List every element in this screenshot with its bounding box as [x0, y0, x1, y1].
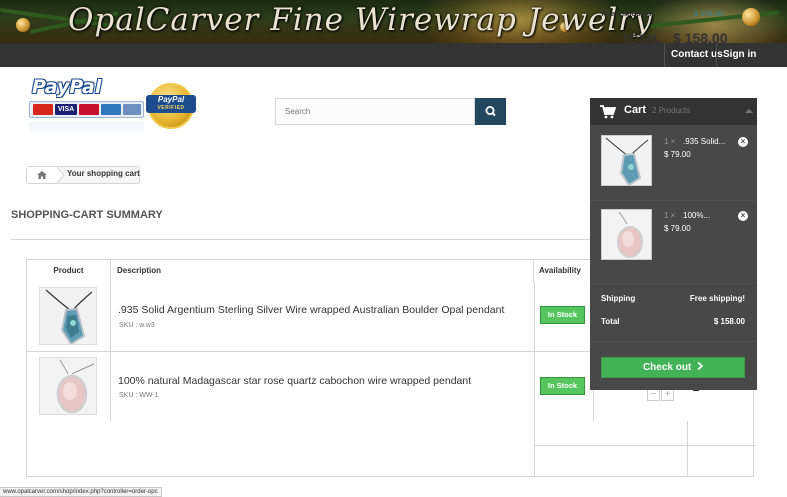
- paypal-verified-logo[interactable]: PayPal VISA PayPal VERIFIED: [26, 76, 198, 147]
- divider: [534, 421, 535, 477]
- product-description[interactable]: .935 Solid Argentium Sterling Silver Wir…: [118, 304, 504, 316]
- discover-icon: [79, 104, 99, 115]
- product-cell: [27, 352, 111, 421]
- caret-up-icon: [745, 109, 753, 113]
- search-input[interactable]: [275, 98, 475, 125]
- checkout-button[interactable]: Check out: [601, 357, 745, 378]
- search-button[interactable]: [475, 98, 506, 125]
- product-image[interactable]: [39, 357, 97, 415]
- cart-item-name[interactable]: 100%...: [683, 211, 710, 220]
- divider: [590, 283, 757, 284]
- total-label: TOTAL: [622, 32, 661, 46]
- logo-reflection: [29, 122, 144, 136]
- product-sku: SKU : WW-1: [119, 392, 159, 399]
- availability-cell: In Stock: [534, 352, 594, 421]
- total-value: $ 158.00: [673, 30, 728, 46]
- cart-item-name[interactable]: .935 Solid...: [683, 137, 725, 146]
- cart-count: 2 Products: [652, 106, 691, 115]
- breadcrumb-separator: [57, 167, 65, 183]
- column-header-description: Description: [111, 260, 534, 282]
- mastercard-icon: [33, 104, 53, 115]
- paypal-wordmark: PayPal: [32, 76, 102, 98]
- ornament-icon: [742, 8, 760, 26]
- seal-brand: PayPal: [157, 95, 185, 104]
- breadcrumb-current: Your shopping cart: [67, 169, 140, 178]
- shipping-label: Shipping: [601, 294, 636, 303]
- product-sku: SKU : w.w3: [119, 322, 155, 329]
- product-cell: [27, 282, 111, 351]
- chevron-right-icon: [697, 361, 704, 371]
- page-title: SHOPPING-CART SUMMARY: [11, 209, 163, 221]
- product-image[interactable]: [39, 287, 97, 345]
- in-stock-badge: In Stock: [540, 377, 585, 395]
- total-products-value: $ 158.00: [694, 9, 724, 18]
- cart-item-qty: 1 ×: [664, 211, 676, 220]
- site-banner[interactable]: OpalCarver Fine Wirewrap Jewelry: [0, 0, 787, 43]
- sign-in-link[interactable]: Sign in: [716, 43, 762, 67]
- cart-total-label: Total: [601, 317, 620, 326]
- cart-item-qty: 1 ×: [664, 137, 676, 146]
- cart-item-price: $ 79.00: [664, 224, 691, 233]
- cart-item-image[interactable]: [601, 209, 652, 260]
- opal-pendant-image: [40, 288, 96, 344]
- in-stock-badge: In Stock: [540, 306, 585, 324]
- product-description[interactable]: 100% natural Madagascar star rose quartz…: [118, 375, 471, 387]
- availability-cell: In Stock: [534, 282, 594, 351]
- cart-label: Cart: [624, 104, 647, 116]
- divider: [687, 421, 688, 477]
- echeck-icon: [123, 104, 141, 115]
- checkout-label: Check out: [642, 362, 692, 373]
- cart-total-value: $ 158.00: [713, 317, 745, 326]
- seal-verified: VERIFIED: [157, 105, 185, 111]
- amex-icon: [101, 104, 121, 115]
- total-products-label: Total products: [600, 9, 652, 18]
- column-header-availability: Availability: [534, 260, 594, 282]
- cart-item-price: $ 79.00: [664, 150, 691, 159]
- cart-dropdown-item: 1 × 100%... $ 79.00 ×: [590, 199, 757, 272]
- divider: [534, 445, 755, 446]
- cart-header[interactable]: Cart 2 Products: [590, 98, 757, 125]
- breadcrumb-home[interactable]: [27, 167, 57, 183]
- shipping-value: Free shipping!: [689, 294, 745, 303]
- heading-divider: [11, 239, 591, 240]
- opal-pendant-image: [602, 136, 651, 185]
- divider: [590, 341, 757, 342]
- cart-totals: [26, 421, 755, 477]
- home-icon: [37, 171, 47, 179]
- remove-item-icon[interactable]: ×: [738, 211, 748, 221]
- browser-status-bar: www.opalcarver.com/shop/index.php?contro…: [0, 487, 162, 497]
- ornament-icon: [16, 18, 30, 32]
- column-header-product: Product: [27, 260, 111, 282]
- breadcrumb: Your shopping cart: [26, 166, 140, 184]
- rose-quartz-pendant-image: [40, 358, 96, 414]
- visa-icon: VISA: [55, 104, 77, 115]
- rose-quartz-pendant-image: [602, 210, 651, 259]
- top-nav: Contact us Sign in: [0, 43, 787, 67]
- search-icon: [485, 105, 496, 117]
- seal-label: PayPal VERIFIED: [146, 95, 196, 113]
- remove-item-icon[interactable]: ×: [738, 137, 748, 147]
- cart-dropdown: Cart 2 Products 1 × .935 Solid... $ 79.0…: [590, 98, 757, 390]
- card-logos: VISA: [29, 101, 144, 118]
- site-title: OpalCarver Fine Wirewrap Jewelry: [68, 2, 653, 38]
- cart-item-image[interactable]: [601, 135, 652, 186]
- cart-icon: [600, 105, 616, 119]
- cart-dropdown-item: 1 × .935 Solid... $ 79.00 ×: [590, 125, 757, 198]
